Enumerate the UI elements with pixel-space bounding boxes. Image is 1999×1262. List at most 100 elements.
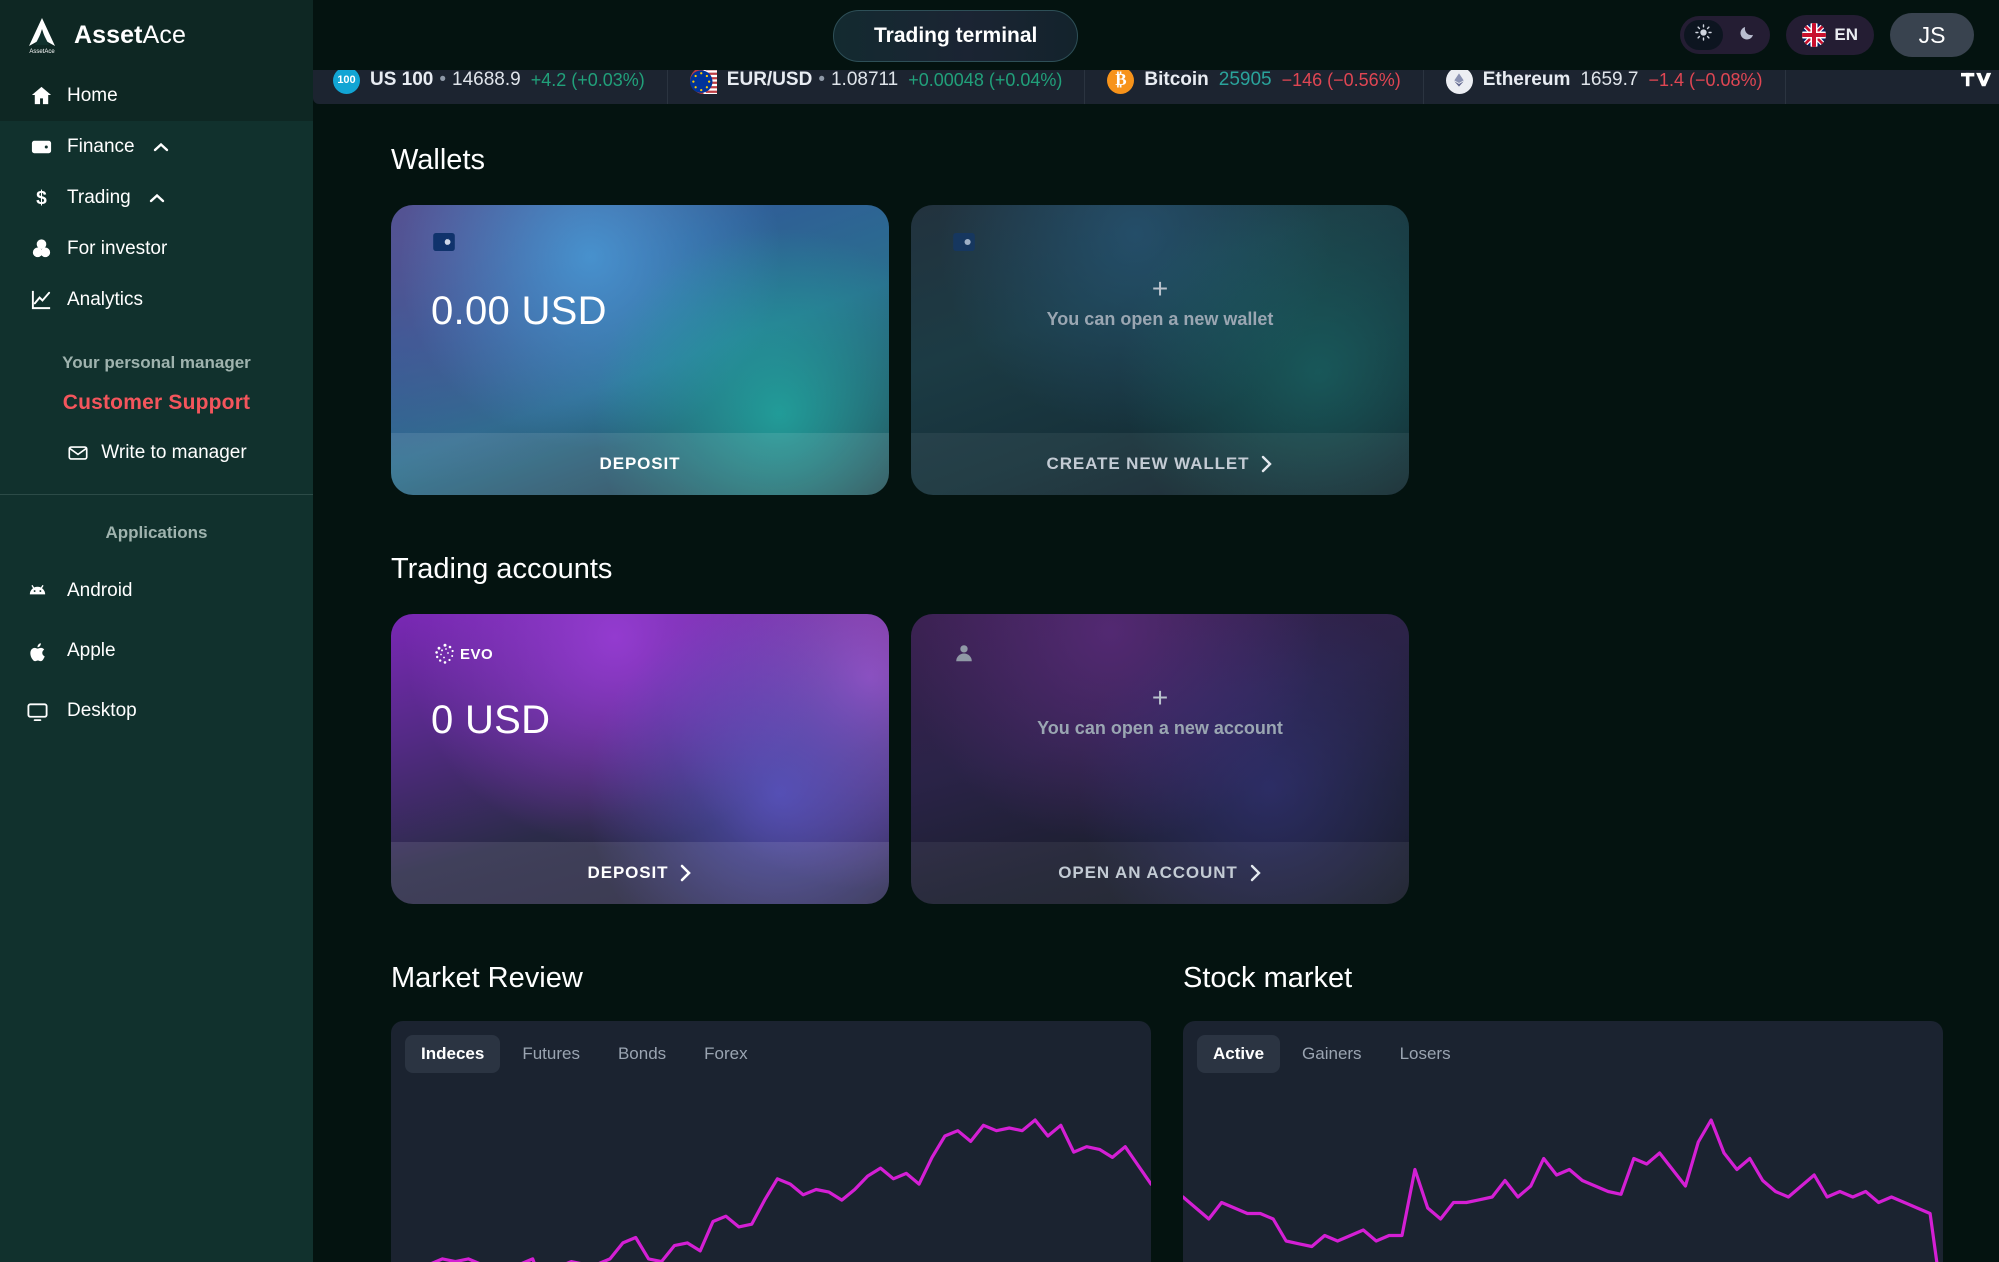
plus-icon: + — [1151, 682, 1169, 713]
wallet-card[interactable]: 0.00 USD DEPOSIT — [391, 205, 889, 495]
stock-market-chart-svg — [1183, 1118, 1939, 1262]
create-wallet-card[interactable]: + You can open a new wallet CREATE NEW W… — [911, 205, 1409, 495]
applications-heading: Applications — [105, 523, 208, 542]
open-account-label: OPEN AN ACCOUNT — [1058, 863, 1238, 882]
sidebar: AssetAce AssetAce Home Finance $ Trading… — [0, 0, 313, 1262]
app-item-label: Apple — [67, 640, 116, 661]
stock-market-sparkline — [1183, 1106, 1943, 1262]
theme-toggle[interactable] — [1680, 16, 1771, 54]
ticker-price: 1659.7 — [1580, 69, 1639, 90]
app-item-apple[interactable]: Apple — [0, 621, 313, 681]
sidebar-item-label: Home — [67, 84, 118, 106]
chevron-up-icon — [149, 193, 165, 203]
ticker-price: 14688.9 — [452, 69, 521, 90]
ticker-change: +0.00048 (+0.04%) — [908, 69, 1063, 90]
chevron-right-icon — [1261, 455, 1273, 473]
avatar[interactable]: JS — [1890, 13, 1974, 57]
accounts-card-row: EVO 0 USD DEPOSIT + You can open a new a… — [391, 614, 1999, 904]
sidebar-item-label: Finance — [67, 135, 135, 157]
theme-dark-option[interactable] — [1727, 20, 1766, 50]
main-content: Wallets 0.00 USD DEPOSIT + You can open … — [313, 104, 1999, 1262]
market-review-chart-svg — [430, 1118, 1151, 1262]
chevron-right-icon — [680, 864, 692, 882]
lower-panels: Market Review Indeces Futures Bonds Fore… — [391, 962, 1999, 1262]
write-to-manager-label: Write to manager — [101, 441, 247, 463]
open-account-hint-block: + You can open a new account — [911, 684, 1409, 739]
stock-market-tabs: Active Gainers Losers — [1183, 1021, 1943, 1073]
ticker-separator: • — [439, 69, 447, 90]
wallet-deposit-button[interactable]: DEPOSIT — [391, 433, 889, 495]
trading-terminal-button[interactable]: Trading terminal — [833, 10, 1079, 62]
wallets-title: Wallets — [391, 144, 485, 176]
tradingview-logo-icon[interactable] — [1961, 69, 1999, 91]
eurusd-badge-icon — [689, 66, 717, 94]
analytics-icon — [30, 288, 53, 311]
evo-logo-icon: EVO — [433, 642, 493, 666]
chevron-right-icon — [1250, 864, 1262, 882]
stock-market-title: Stock market — [1183, 962, 1353, 994]
language-label: EN — [1834, 25, 1858, 44]
language-selector[interactable]: EN — [1786, 15, 1874, 55]
dollar-icon: $ — [30, 186, 53, 209]
chevron-up-icon — [153, 142, 169, 152]
android-icon — [26, 580, 49, 603]
brand-title: AssetAce — [74, 20, 186, 49]
tab-active[interactable]: Active — [1197, 1035, 1281, 1073]
personal-manager-heading: Your personal manager — [62, 353, 251, 372]
trading-account-card[interactable]: EVO 0 USD DEPOSIT — [391, 614, 889, 904]
envelope-icon — [66, 441, 89, 464]
stock-market-section: Stock market Active Gainers Losers — [1183, 962, 1943, 1262]
create-wallet-label: CREATE NEW WALLET — [1046, 454, 1250, 473]
sidebar-item-trading[interactable]: $ Trading — [0, 172, 313, 223]
ticker-change: −1.4 (−0.08%) — [1648, 69, 1763, 90]
tab-forex[interactable]: Forex — [688, 1035, 763, 1073]
tab-gainers[interactable]: Gainers — [1286, 1035, 1378, 1073]
svg-text:$: $ — [36, 188, 47, 209]
market-review-title: Market Review — [391, 962, 583, 994]
person-icon — [953, 642, 975, 669]
ticker-change: +4.2 (+0.03%) — [530, 69, 645, 90]
investor-icon — [30, 237, 53, 260]
app-item-android[interactable]: Android — [0, 561, 313, 621]
ticker-price: 1.08711 — [830, 69, 899, 90]
sun-icon — [1694, 23, 1713, 47]
uk-flag-icon — [1802, 23, 1827, 47]
sidebar-nav-lower: Finance $ Trading For investor Analytics… — [0, 121, 313, 741]
tab-futures[interactable]: Futures — [506, 1035, 596, 1073]
tab-indeces[interactable]: Indeces — [405, 1035, 501, 1073]
write-to-manager-button[interactable]: Write to manager — [0, 415, 313, 464]
tab-losers[interactable]: Losers — [1384, 1035, 1467, 1073]
moon-icon — [1738, 24, 1756, 47]
market-review-panel: Indeces Futures Bonds Forex — [391, 1021, 1151, 1262]
open-account-button[interactable]: OPEN AN ACCOUNT — [911, 842, 1409, 904]
sidebar-item-for-investor[interactable]: For investor — [0, 223, 313, 274]
theme-light-option[interactable] — [1684, 20, 1724, 50]
sidebar-item-analytics[interactable]: Analytics — [0, 274, 313, 325]
sidebar-item-finance[interactable]: Finance — [0, 121, 313, 172]
evo-logo-text: EVO — [460, 645, 494, 663]
market-review-tabs: Indeces Futures Bonds Forex — [391, 1021, 1151, 1073]
trading-accounts-title: Trading accounts — [391, 553, 613, 585]
desktop-icon — [26, 700, 49, 723]
us100-badge-label: 100 — [337, 74, 356, 86]
app-item-label: Desktop — [67, 700, 137, 721]
wallet-icon — [953, 233, 975, 256]
create-wallet-hint-block: + You can open a new wallet — [911, 275, 1409, 330]
create-wallet-hint: You can open a new wallet — [1046, 309, 1274, 329]
wallet-icon — [433, 233, 455, 256]
app-item-desktop[interactable]: Desktop — [0, 681, 313, 741]
tab-bonds[interactable]: Bonds — [602, 1035, 682, 1073]
create-wallet-button[interactable]: CREATE NEW WALLET — [911, 433, 1409, 495]
header-right-controls: EN JS — [1680, 0, 1974, 70]
sidebar-item-home[interactable]: Home — [0, 70, 313, 121]
top-header: Trading terminal EN JS — [313, 0, 1999, 70]
ticker-name: EUR/USD — [726, 69, 813, 90]
bitcoin-symbol: ₿ — [1115, 70, 1127, 89]
apple-icon — [26, 640, 49, 663]
brand-logo[interactable]: AssetAce AssetAce — [0, 0, 313, 70]
account-deposit-button[interactable]: DEPOSIT — [391, 842, 889, 904]
open-account-card[interactable]: + You can open a new account OPEN AN ACC… — [911, 614, 1409, 904]
wallet-icon — [30, 135, 53, 158]
wallet-balance: 0.00 USD — [431, 289, 607, 333]
open-account-hint: You can open a new account — [1037, 718, 1283, 738]
